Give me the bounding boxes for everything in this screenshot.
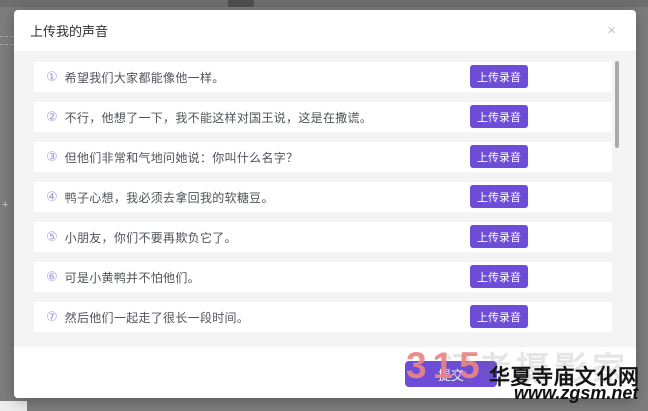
backdrop-dash-line — [0, 36, 13, 37]
modal-header: 上传我的声音 × — [14, 10, 636, 52]
sentence-row: ② 不行，他想了一下，我不能这样对国王说，这是在撒谎。 上传录音 — [34, 102, 612, 132]
row-number-badge: ③ — [46, 149, 58, 165]
upload-recording-button[interactable]: 上传录音 — [470, 225, 528, 248]
sentence-row: ① 希望我们大家都能像他一样。 上传录音 — [34, 62, 612, 92]
sentence-text: 希望我们大家都能像他一样。 — [65, 69, 225, 86]
row-number-badge: ⑥ — [46, 269, 58, 285]
upload-voice-modal: 上传我的声音 × ① 希望我们大家都能像他一样。 上传录音 ② 不行，他想了一下… — [14, 10, 636, 398]
sentence-text: 小朋友，你们不要再欺负它了。 — [65, 229, 237, 246]
backdrop-plus-mark: + — [2, 200, 8, 211]
sentence-text: 鸭子心想，我必须去拿回我的软糖豆。 — [65, 189, 274, 206]
sentence-text: 可是小黄鸭并不怕他们。 — [65, 269, 200, 286]
backdrop-top-strip — [0, 0, 648, 7]
upload-recording-button[interactable]: 上传录音 — [470, 265, 528, 288]
modal-title: 上传我的声音 — [30, 21, 108, 40]
sentence-row: ④ 鸭子心想，我必须去拿回我的软糖豆。 上传录音 — [34, 182, 612, 212]
sentence-row: ⑥ 可是小黄鸭并不怕他们。 上传录音 — [34, 262, 612, 292]
row-number-badge: ⑤ — [46, 229, 58, 245]
sentence-list-container: ① 希望我们大家都能像他一样。 上传录音 ② 不行，他想了一下，我不能这样对国王… — [14, 52, 636, 347]
sentence-row: ⑦ 然后他们一起走了很长一段时间。 上传录音 — [34, 302, 612, 332]
close-icon[interactable]: × — [603, 21, 620, 40]
backdrop-dark-tab — [228, 0, 254, 7]
upload-recording-button[interactable]: 上传录音 — [470, 105, 528, 128]
backdrop-bottom-left-block — [0, 401, 27, 411]
sentence-row: ③ 但他们非常和气地问她说：你叫什么名字？ 上传录音 — [34, 142, 612, 172]
modal-footer: 提交 — [14, 347, 636, 398]
row-number-badge: ④ — [46, 189, 58, 205]
sentence-text: 然后他们一起走了很长一段时间。 — [65, 309, 250, 326]
scrollbar-thumb[interactable] — [615, 61, 619, 148]
sentence-text: 但他们非常和气地问她说：你叫什么名字？ — [65, 149, 299, 166]
upload-recording-button[interactable]: 上传录音 — [470, 65, 528, 88]
row-number-badge: ① — [46, 69, 58, 85]
sentence-row: ⑤ 小朋友，你们不要再欺负它了。 上传录音 — [34, 222, 612, 252]
upload-recording-button[interactable]: 上传录音 — [470, 185, 528, 208]
submit-button[interactable]: 提交 — [405, 361, 497, 387]
upload-recording-button[interactable]: 上传录音 — [470, 145, 528, 168]
backdrop-dash-line — [0, 44, 13, 45]
upload-recording-button[interactable]: 上传录音 — [470, 305, 528, 328]
sentence-text: 不行，他想了一下，我不能这样对国王说，这是在撒谎。 — [65, 109, 373, 126]
row-number-badge: ⑦ — [46, 309, 58, 325]
row-number-badge: ② — [46, 109, 58, 125]
sentence-list: ① 希望我们大家都能像他一样。 上传录音 ② 不行，他想了一下，我不能这样对国王… — [34, 62, 612, 332]
